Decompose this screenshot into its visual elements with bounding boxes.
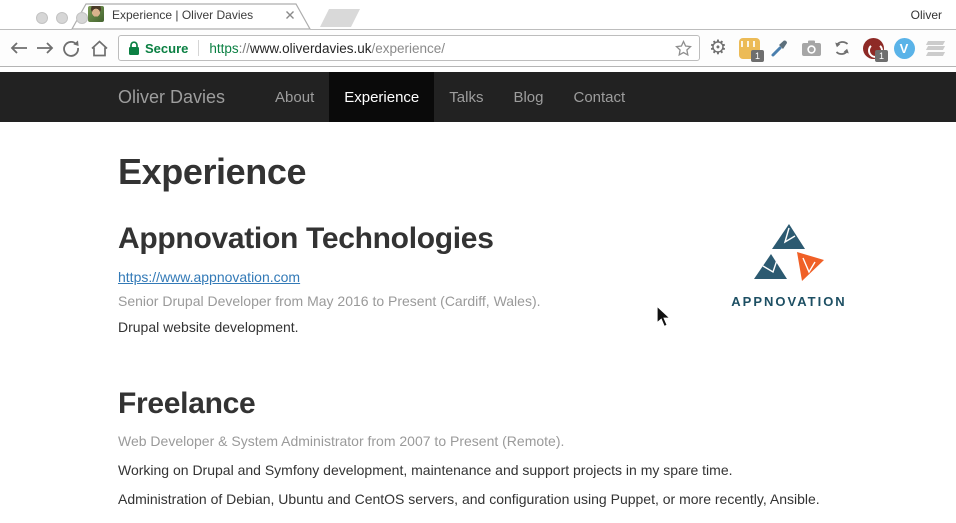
url-host: www.oliverdavies.uk xyxy=(250,41,372,56)
navbar-brand[interactable]: Oliver Davies xyxy=(118,72,240,122)
url-text[interactable]: https://www.oliverdavies.uk/experience/ xyxy=(209,41,445,56)
extension-badge: 1 xyxy=(751,50,764,62)
company-link[interactable]: https://www.appnovation.com xyxy=(118,269,300,285)
browser-window: Experience | Oliver Davies Oliver xyxy=(0,0,956,523)
page-viewport: Oliver Davies About Experience Talks Blo… xyxy=(0,67,956,523)
nav-item-talks[interactable]: Talks xyxy=(434,72,498,122)
appnovation-wordmark: APPNOVATION xyxy=(727,294,851,309)
nav-item-experience[interactable]: Experience xyxy=(329,72,434,122)
ruler-extension-icon[interactable]: 1 xyxy=(737,36,761,60)
video-extension-icon[interactable]: V xyxy=(892,36,916,60)
settings-extension-icon[interactable]: ⚙ xyxy=(706,36,730,60)
forward-icon[interactable] xyxy=(34,37,56,59)
window-close-button[interactable] xyxy=(36,12,48,24)
layers-extension-icon[interactable] xyxy=(923,36,947,60)
camera-extension-icon[interactable] xyxy=(799,36,823,60)
tab-title[interactable]: Experience | Oliver Davies xyxy=(112,8,272,22)
window-minimize-button[interactable] xyxy=(56,12,68,24)
extension-badge: 1 xyxy=(875,50,888,62)
eyedropper-extension-icon[interactable] xyxy=(768,36,792,60)
appnovation-logo: APPNOVATION xyxy=(727,222,851,309)
url-separator: :// xyxy=(239,41,250,56)
nav-item-contact[interactable]: Contact xyxy=(559,72,641,122)
section-paragraph: Working on Drupal and Symfony developmen… xyxy=(118,462,838,478)
tab-strip: Experience | Oliver Davies Oliver xyxy=(0,0,956,30)
section-heading: Freelance xyxy=(118,387,838,420)
omnibox-divider xyxy=(198,40,199,56)
new-tab-button[interactable] xyxy=(320,9,360,27)
sync-arrows-extension-icon[interactable] xyxy=(830,36,854,60)
back-icon[interactable] xyxy=(8,37,30,59)
tab-favicon xyxy=(88,6,104,22)
home-icon[interactable] xyxy=(88,37,110,59)
site-navbar: Oliver Davies About Experience Talks Blo… xyxy=(0,72,956,122)
window-zoom-button[interactable] xyxy=(76,12,88,24)
section-paragraph: Drupal website development. xyxy=(118,319,838,335)
page-title: Experience xyxy=(118,152,838,192)
appnovation-logo-icon xyxy=(743,222,835,286)
tab-close-icon[interactable] xyxy=(284,9,296,21)
security-label: Secure xyxy=(145,41,188,56)
section-appnovation: Appnovation Technologies https://www.app… xyxy=(118,222,838,335)
reload-icon[interactable] xyxy=(60,37,82,59)
nav-item-blog[interactable]: Blog xyxy=(498,72,558,122)
padlock-icon xyxy=(128,41,140,56)
url-scheme: https xyxy=(209,41,238,56)
profile-name[interactable]: Oliver xyxy=(911,8,942,22)
blocker-extension-icon[interactable]: 1 xyxy=(861,36,885,60)
section-paragraph: Administration of Debian, Ubuntu and Cen… xyxy=(118,491,838,507)
section-freelance: Freelance Web Developer & System Adminis… xyxy=(118,387,838,507)
bookmark-star-icon[interactable] xyxy=(675,40,692,57)
address-bar[interactable]: Secure https://www.oliverdavies.uk/exper… xyxy=(118,35,700,61)
role-meta: Web Developer & System Administrator fro… xyxy=(118,433,838,449)
browser-toolbar: Secure https://www.oliverdavies.uk/exper… xyxy=(0,30,956,67)
mouse-cursor xyxy=(656,305,673,329)
url-path: /experience/ xyxy=(371,41,445,56)
nav-item-about[interactable]: About xyxy=(260,72,329,122)
